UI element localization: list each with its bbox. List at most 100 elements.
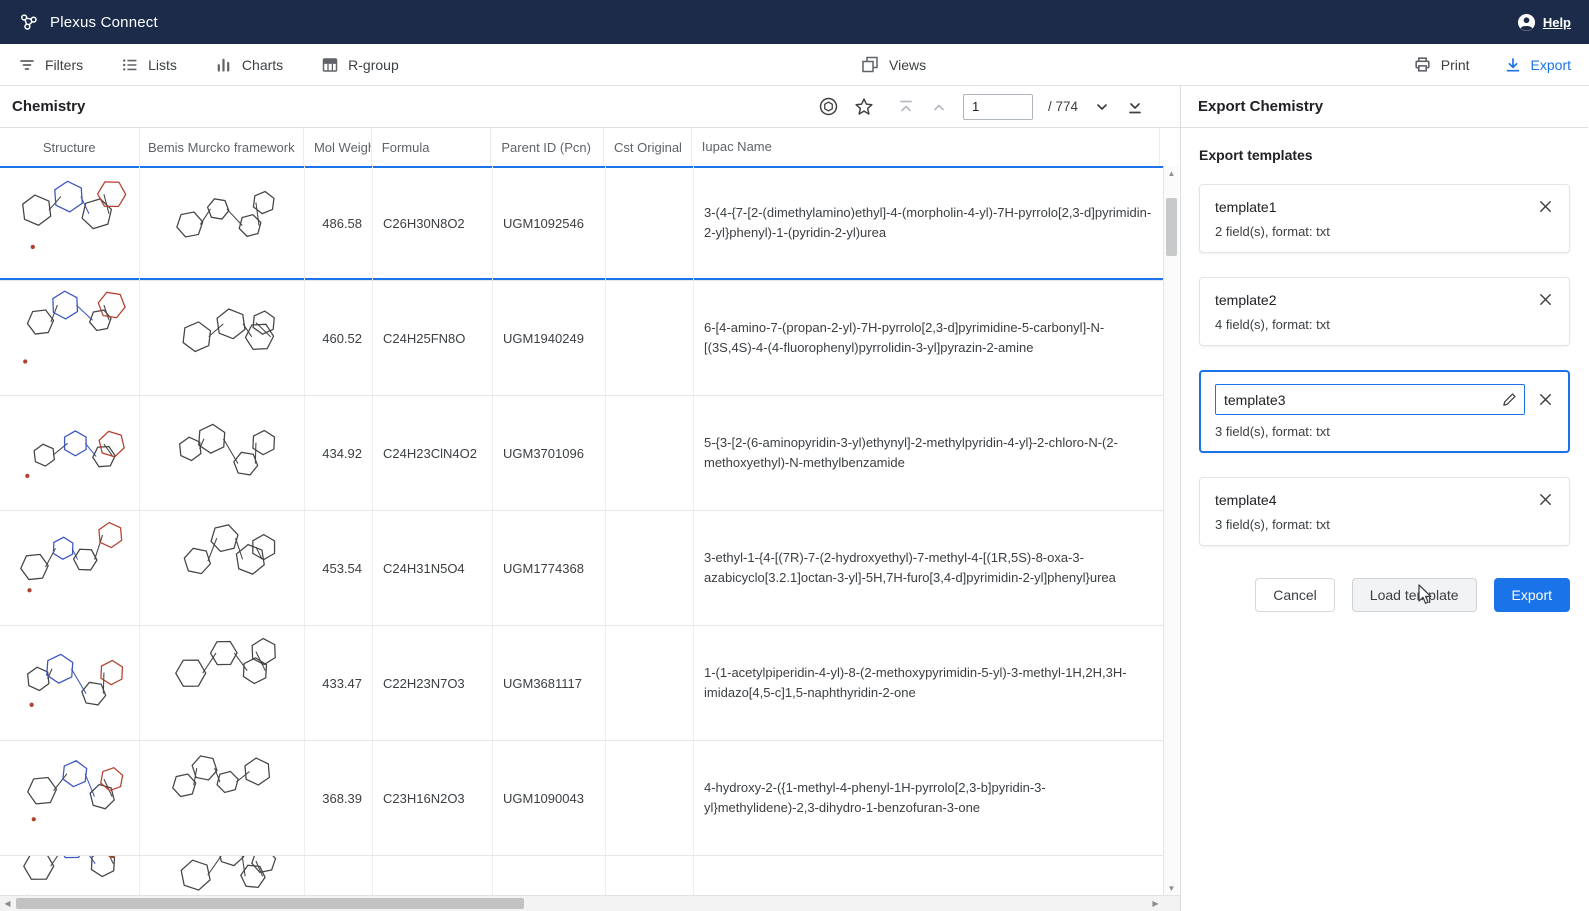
structure-cell bbox=[0, 511, 140, 625]
print-button[interactable]: Print bbox=[1413, 55, 1470, 74]
template-name-input[interactable] bbox=[1215, 384, 1525, 415]
edit-pencil-icon[interactable] bbox=[1501, 391, 1518, 408]
template-name: template4 bbox=[1215, 492, 1276, 508]
column-header-mol-weight[interactable]: Mol Weigh bbox=[304, 128, 372, 166]
mol-weight-value: 368.39 bbox=[305, 741, 373, 855]
remove-template-icon[interactable] bbox=[1537, 491, 1554, 508]
column-header-formula[interactable]: Formula bbox=[372, 128, 492, 166]
header-filler bbox=[1160, 128, 1180, 166]
framework-cell bbox=[140, 741, 305, 855]
mol-weight-value: 460.52 bbox=[305, 281, 373, 395]
vertical-scrollbar[interactable]: ▲ ▼ bbox=[1163, 166, 1179, 895]
lists-button[interactable]: Lists bbox=[121, 56, 177, 74]
structure-image bbox=[7, 174, 133, 272]
favorite-star-icon[interactable] bbox=[854, 97, 874, 117]
rgroup-button[interactable]: R-group bbox=[321, 56, 399, 74]
structure-cell bbox=[0, 166, 140, 280]
template-card[interactable]: template43 field(s), format: txt bbox=[1199, 477, 1570, 546]
main-toolbar: Filters Lists Charts R-group Views Print bbox=[0, 44, 1589, 86]
table-row[interactable]: 368.39 C23H16N2O3 UGM1090043 4-hydroxy-2… bbox=[0, 741, 1164, 856]
table-row[interactable]: 453.54 C24H31N5O4 UGM1774368 3-ethyl-1-{… bbox=[0, 511, 1164, 626]
remove-template-icon[interactable] bbox=[1537, 391, 1554, 408]
cst-original-value bbox=[606, 741, 694, 855]
framework-image bbox=[159, 174, 285, 272]
table-row[interactable] bbox=[0, 856, 1164, 895]
app-title: Plexus Connect bbox=[50, 14, 158, 31]
structure-cell bbox=[0, 626, 140, 740]
last-row-icon[interactable] bbox=[1126, 98, 1144, 116]
load-template-button[interactable]: Load template bbox=[1352, 578, 1477, 612]
framework-cell bbox=[140, 166, 305, 280]
template-list: template12 field(s), format: txt template… bbox=[1199, 184, 1570, 546]
first-row-icon[interactable] bbox=[897, 98, 915, 116]
export-button[interactable]: Export bbox=[1504, 55, 1571, 74]
framework-image bbox=[159, 519, 285, 617]
export-panel-actions: Cancel Load template Export bbox=[1199, 578, 1570, 612]
template-details: 2 field(s), format: txt bbox=[1215, 224, 1554, 239]
framework-image bbox=[159, 289, 285, 387]
template-card[interactable]: 3 field(s), format: txt bbox=[1199, 370, 1570, 453]
vertical-scroll-thumb[interactable] bbox=[1166, 198, 1177, 256]
next-row-icon[interactable] bbox=[1093, 98, 1111, 116]
previous-row-icon[interactable] bbox=[930, 98, 948, 116]
table-row[interactable]: 433.47 C22H23N7O3 UGM3681117 1-(1-acetyl… bbox=[0, 626, 1164, 741]
cancel-button[interactable]: Cancel bbox=[1255, 578, 1335, 612]
parent-id-value: UGM1092546 bbox=[493, 166, 606, 280]
framework-image bbox=[159, 634, 285, 732]
iupac-name-value: 6-[4-amino-7-(propan-2-yl)-7H-pyrrolo[2,… bbox=[694, 281, 1164, 395]
column-header-structure[interactable]: Structure bbox=[0, 128, 140, 166]
column-header-iupac-name[interactable]: Iupac Name bbox=[692, 128, 1160, 166]
app-brand: Plexus Connect bbox=[18, 11, 158, 33]
structure-cell bbox=[0, 741, 140, 855]
formula-value: C24H23ClN4O2 bbox=[373, 396, 493, 510]
help-label: Help bbox=[1543, 15, 1571, 30]
parent-id-value: UGM1940249 bbox=[493, 281, 606, 395]
horizontal-scrollbar[interactable]: ◀ ▶ bbox=[0, 895, 1180, 911]
table-row[interactable]: 460.52 C24H25FN8O UGM1940249 6-[4-amino-… bbox=[0, 281, 1164, 396]
remove-template-icon[interactable] bbox=[1537, 291, 1554, 308]
views-button[interactable]: Views bbox=[860, 55, 926, 74]
scroll-right-arrow[interactable]: ▶ bbox=[1148, 899, 1163, 908]
structure-cell bbox=[0, 856, 140, 895]
charts-button[interactable]: Charts bbox=[215, 56, 283, 74]
structure-image bbox=[7, 856, 133, 895]
structure-image bbox=[7, 289, 133, 387]
table-body: 486.58 C26H30N8O2 UGM1092546 3-(4-{7-[2-… bbox=[0, 166, 1164, 895]
framework-image bbox=[159, 404, 285, 502]
scroll-up-arrow[interactable]: ▲ bbox=[1164, 166, 1179, 180]
rgroup-label: R-group bbox=[348, 57, 399, 73]
views-label: Views bbox=[889, 57, 926, 73]
lists-label: Lists bbox=[148, 57, 177, 73]
parent-id-value: UGM3701096 bbox=[493, 396, 606, 510]
framework-cell bbox=[140, 281, 305, 395]
cst-original-value bbox=[606, 856, 694, 895]
framework-cell bbox=[140, 396, 305, 510]
horizontal-scroll-track[interactable] bbox=[15, 896, 1148, 911]
column-header-parent-id[interactable]: Parent ID (Pcn) bbox=[491, 128, 604, 166]
structure-image bbox=[7, 404, 133, 502]
column-header-cst-original[interactable]: Cst Original bbox=[604, 128, 692, 166]
export-confirm-button[interactable]: Export bbox=[1494, 578, 1570, 612]
filters-button[interactable]: Filters bbox=[18, 56, 83, 74]
table-row[interactable]: 434.92 C24H23ClN4O2 UGM3701096 5-{3-[2-(… bbox=[0, 396, 1164, 511]
template-details: 4 field(s), format: txt bbox=[1215, 317, 1554, 332]
filter-icon bbox=[18, 56, 36, 74]
app-logo-icon bbox=[18, 11, 40, 33]
remove-template-icon[interactable] bbox=[1537, 198, 1554, 215]
formula-value bbox=[373, 856, 493, 895]
horizontal-scroll-thumb[interactable] bbox=[16, 898, 524, 909]
structure-search-icon[interactable] bbox=[818, 96, 839, 117]
vertical-scroll-track[interactable] bbox=[1164, 180, 1179, 881]
scroll-down-arrow[interactable]: ▼ bbox=[1164, 881, 1179, 895]
mol-weight-value bbox=[305, 856, 373, 895]
template-card[interactable]: template2 4 field(s), format: txt bbox=[1199, 277, 1570, 346]
template-card[interactable]: template12 field(s), format: txt bbox=[1199, 184, 1570, 253]
page-number-input[interactable] bbox=[963, 94, 1033, 120]
help-link[interactable]: Help bbox=[1517, 13, 1571, 32]
template-name: template2 bbox=[1215, 292, 1276, 308]
scroll-left-arrow[interactable]: ◀ bbox=[0, 899, 15, 908]
export-label: Export bbox=[1531, 57, 1571, 73]
table-row[interactable]: 486.58 C26H30N8O2 UGM1092546 3-(4-{7-[2-… bbox=[0, 166, 1164, 281]
column-header-framework[interactable]: Bemis Murcko framework bbox=[140, 128, 304, 166]
iupac-name-value: 3-(4-{7-[2-(dimethylamino)ethyl]-4-(morp… bbox=[694, 166, 1164, 280]
